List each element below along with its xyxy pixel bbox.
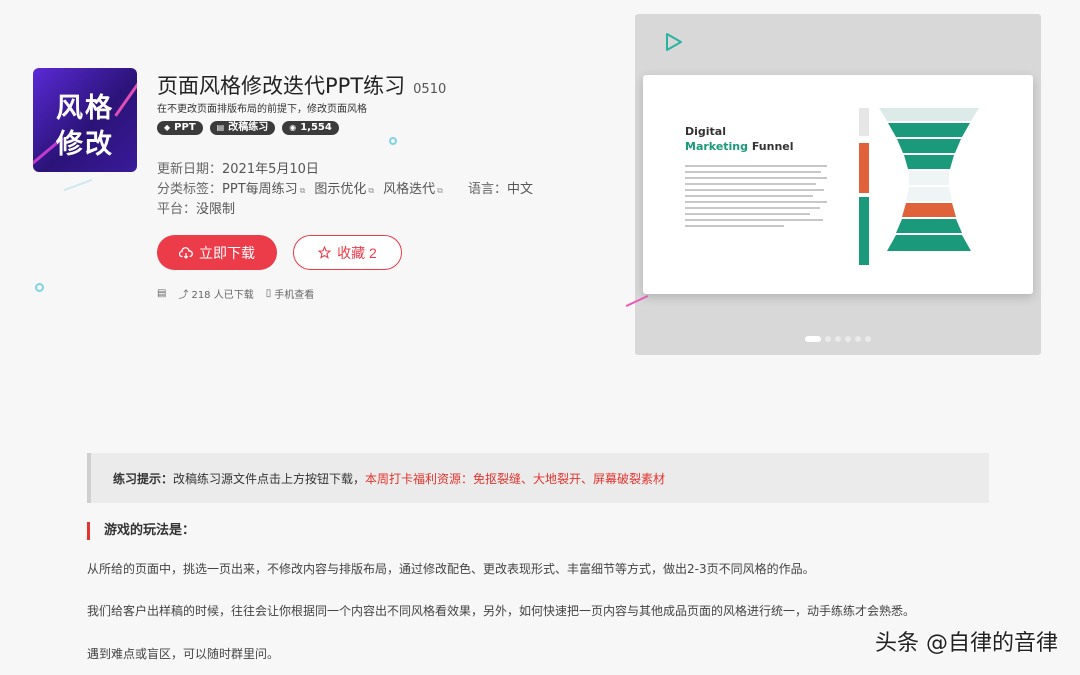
lang-label: 语言： (467, 182, 507, 197)
badge-label: 改稿练习 (228, 122, 269, 133)
trend-icon: ⤴ (178, 290, 189, 301)
thumbnail-text-line2: 修改 (56, 129, 114, 160)
tip-label: 练习提示： (113, 471, 174, 486)
preview-slide[interactable]: Digital Marketing Funnel (643, 75, 1033, 294)
favorite-label: 收藏 2 (337, 244, 377, 261)
carousel-dots (635, 336, 1041, 342)
favorite-button[interactable]: 收藏 2 (293, 235, 402, 270)
report-icon[interactable]: ▤ (157, 288, 166, 299)
badge-row: ◆ PPT ▤ 改稿练习 ◉ 1,554 (157, 121, 339, 135)
platform-label: 平台： (157, 202, 197, 217)
rule-paragraph: 从所给的页面中，挑选一页出来，不修改内容与排版布局，通过修改配色、更改表现形式、… (87, 562, 815, 576)
product-thumbnail[interactable]: 风格 修改 (33, 68, 137, 172)
badge-ppt: ◆ PPT (157, 121, 203, 135)
badge-label: PPT (174, 122, 196, 133)
page-subtitle: 在不更改页面排版布局的前提下，修改页面风格 (157, 104, 367, 115)
decor-dot (389, 137, 397, 145)
badge-category: ▤ 改稿练习 (209, 121, 276, 135)
update-label: 更新日期： (157, 162, 223, 177)
rule-paragraph: 我们给客户出样稿的时候，往往会让你根据同一个内容出不同风格看效果，另外，如何快速… (87, 604, 916, 618)
stats-row: ▤ ⤴ 218 人已下载 ▯ 手机查看 (157, 286, 314, 301)
tag-link[interactable]: PPT每周练习 (222, 182, 298, 197)
carousel-dot[interactable] (835, 336, 841, 342)
decor-streak (63, 178, 93, 192)
rule-paragraph: 遇到难点或盲区，可以随时群里问。 (87, 647, 280, 661)
tags-row: 分类标签：PPT每周练习 ⧉ 图示优化 ⧉ 风格迭代 ⧉ 语言：中文 (157, 178, 533, 197)
mobile-view-text: 手机查看 (274, 290, 315, 301)
tag-link[interactable]: 风格迭代 (383, 182, 435, 197)
funnel-diagram (859, 108, 979, 265)
carousel-dot[interactable] (805, 336, 821, 342)
tip-text: 改稿练习源文件点击上方按钮下载， (173, 471, 366, 486)
tag-link[interactable]: 图示优化 (314, 182, 366, 197)
doc-icon: ▤ (216, 123, 225, 132)
platform-value: 没限制 (196, 202, 236, 217)
title-code: 0510 (413, 82, 447, 97)
carousel-dot[interactable] (845, 336, 851, 342)
eye-icon: ◉ (289, 123, 297, 132)
download-button[interactable]: 立即下载 (157, 235, 277, 270)
carousel-dot[interactable] (825, 336, 831, 342)
external-link-icon: ⧉ (299, 186, 306, 195)
badge-views: ◉ 1,554 (282, 121, 339, 135)
watermark: 头条 @自律的音律 (875, 631, 1058, 656)
carousel-dot[interactable] (855, 336, 861, 342)
cloud-download-icon (179, 246, 193, 259)
thumbnail-text-line1: 风格 (56, 93, 114, 124)
download-label: 立即下载 (199, 244, 255, 261)
badge-label: 1,554 (300, 122, 332, 133)
slide-title-line1: Digital (685, 125, 726, 138)
external-link-icon: ⧉ (368, 186, 375, 195)
preview-carousel[interactable]: Digital Marketing Funnel (635, 14, 1041, 355)
tags-label: 分类标签： (157, 182, 223, 197)
update-value: 2021年5月10日 (222, 162, 319, 177)
page: 风格 修改 页面风格修改迭代PPT练习 0510 在不更改页面排版布局的前提下，… (0, 0, 1080, 675)
title-row: 页面风格修改迭代PPT练习 0510 (157, 70, 446, 100)
play-icon[interactable] (665, 32, 683, 52)
page-title: 页面风格修改迭代PPT练习 (157, 74, 406, 98)
update-date: 更新日期：2021年5月10日 (157, 158, 319, 177)
download-count: ⤴ 218 人已下载 (178, 286, 253, 301)
carousel-dot[interactable] (865, 336, 871, 342)
mobile-view[interactable]: ▯ 手机查看 (266, 286, 315, 301)
platform-row: 平台：没限制 (157, 198, 235, 217)
slide-body-text (685, 165, 827, 231)
lang-value: 中文 (506, 182, 533, 197)
slide-title-line2: Marketing Funnel (685, 140, 794, 153)
tip-red-text[interactable]: 本周打卡福利资源：免抠裂缝、大地裂开、屏幕破裂素材 (365, 470, 665, 487)
phone-icon: ▯ (265, 288, 272, 299)
diamond-icon: ◆ (164, 123, 171, 132)
download-count-text: 218 人已下载 (191, 290, 254, 301)
section-title: 游戏的玩法是： (87, 522, 195, 540)
external-link-icon: ⧉ (437, 186, 443, 195)
practice-tip: 练习提示： 改稿练习源文件点击上方按钮下载， 本周打卡福利资源：免抠裂缝、大地裂开、… (87, 453, 989, 503)
decor-dot (35, 283, 44, 292)
star-icon (318, 246, 332, 259)
